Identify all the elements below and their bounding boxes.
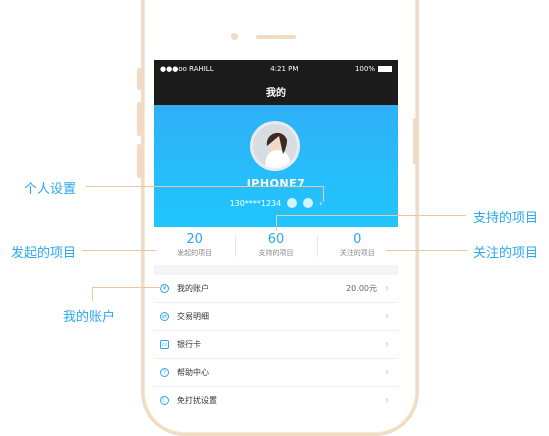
avatar[interactable] [250, 121, 300, 171]
phone-side-button [137, 68, 141, 90]
status-bar: ●●●oo RAHILL 4:21 PM 100% [154, 60, 398, 77]
stat-followed[interactable]: 0 关注的项目 [316, 227, 398, 265]
annotation-my-account: 我的账户 [63, 310, 116, 325]
menu-item-label: 我的账户 [177, 284, 209, 293]
menu-item-dnd[interactable]: ☾ 免打扰设置 › [154, 387, 398, 406]
username: IPHONE7 [246, 177, 306, 190]
guide-line-followed [386, 250, 468, 251]
battery-icon [377, 65, 392, 72]
stat-supported-label: 支持的项目 [258, 249, 294, 257]
annotation-initiated: 发起的项目 [11, 246, 77, 261]
carrier-label: ●●●oo RAHILL [160, 64, 214, 73]
guide-line-initiated [82, 250, 156, 251]
card-icon: ▭ [160, 340, 169, 349]
chevron-right-icon: › [385, 395, 389, 406]
phone-volume-up [137, 102, 141, 136]
menu-item-help[interactable]: ? 帮助中心 › [154, 359, 398, 387]
page-title: 我的 [266, 87, 286, 99]
menu-item-label: 交易明细 [177, 312, 209, 321]
phone-power-button [413, 118, 417, 164]
stat-initiated-label: 发起的项目 [177, 249, 213, 257]
battery-percent: 100% [354, 64, 375, 73]
wallet-icon: ¥ [160, 284, 169, 293]
transaction-icon: ⇄ [160, 312, 169, 321]
annotation-personal-settings: 个人设置 [24, 182, 77, 197]
phone-volume-down [137, 144, 141, 178]
stat-supported[interactable]: 60 支持的项目 [235, 227, 316, 265]
stats-bar: 20 发起的项目 60 支持的项目 0 关注的项目 [154, 227, 398, 265]
battery-label: 100% [355, 65, 392, 73]
id-verified-icon [287, 198, 298, 208]
chevron-right-icon: › [385, 339, 389, 350]
status-time: 4:21 PM [270, 64, 299, 73]
guide-line-personal-settings-drop [323, 186, 324, 202]
dnd-icon: ☾ [160, 396, 169, 405]
account-balance: 20.00元 [346, 284, 377, 293]
guide-line-supported-v [276, 215, 277, 231]
menu-item-label: 帮助中心 [177, 368, 209, 377]
guide-line-account-h [92, 287, 162, 288]
profile-header[interactable]: IPHONE7 130****1234 › [154, 105, 398, 227]
nav-bar: 我的 [154, 77, 398, 105]
menu-item-label: 银行卡 [177, 340, 201, 349]
annotation-supported: 支持的项目 [473, 211, 539, 226]
app-screen: ●●●oo RAHILL 4:21 PM 100% 我的 IPHONE7 130… [154, 60, 398, 406]
help-icon: ? [160, 368, 169, 377]
chevron-right-icon: › [385, 283, 389, 294]
chevron-right-icon: › [385, 367, 389, 378]
menu-item-label: 免打扰设置 [177, 396, 217, 405]
menu-item-bank-card[interactable]: ▭ 银行卡 › [154, 331, 398, 359]
avatar-portrait-icon [253, 124, 297, 168]
phone-speaker [256, 35, 296, 39]
guide-line-account-v [92, 287, 93, 301]
stat-initiated[interactable]: 20 发起的项目 [154, 227, 235, 265]
menu-item-account[interactable]: ¥ 我的账户 20.00元 › [154, 275, 398, 303]
chevron-right-icon: › [385, 311, 389, 322]
settings-badge-icon [303, 198, 314, 208]
annotation-followed: 关注的项目 [473, 246, 539, 261]
phone-camera [231, 33, 238, 40]
stat-initiated-value: 20 [186, 232, 203, 247]
stat-supported-value: 60 [267, 232, 285, 247]
chevron-right-icon: › [319, 198, 323, 208]
stat-followed-value: 0 [353, 232, 362, 247]
phone-info-row[interactable]: 130****1234 › [154, 198, 398, 208]
phone-number: 130****1234 [229, 198, 282, 208]
guide-line-supported-h [276, 215, 466, 216]
guide-line-personal-settings [86, 186, 324, 187]
menu-list: ¥ 我的账户 20.00元 › ⇄ 交易明细 › ▭ 银行卡 › ? 帮助中心 … [154, 275, 398, 406]
menu-item-transactions[interactable]: ⇄ 交易明细 › [154, 303, 398, 331]
